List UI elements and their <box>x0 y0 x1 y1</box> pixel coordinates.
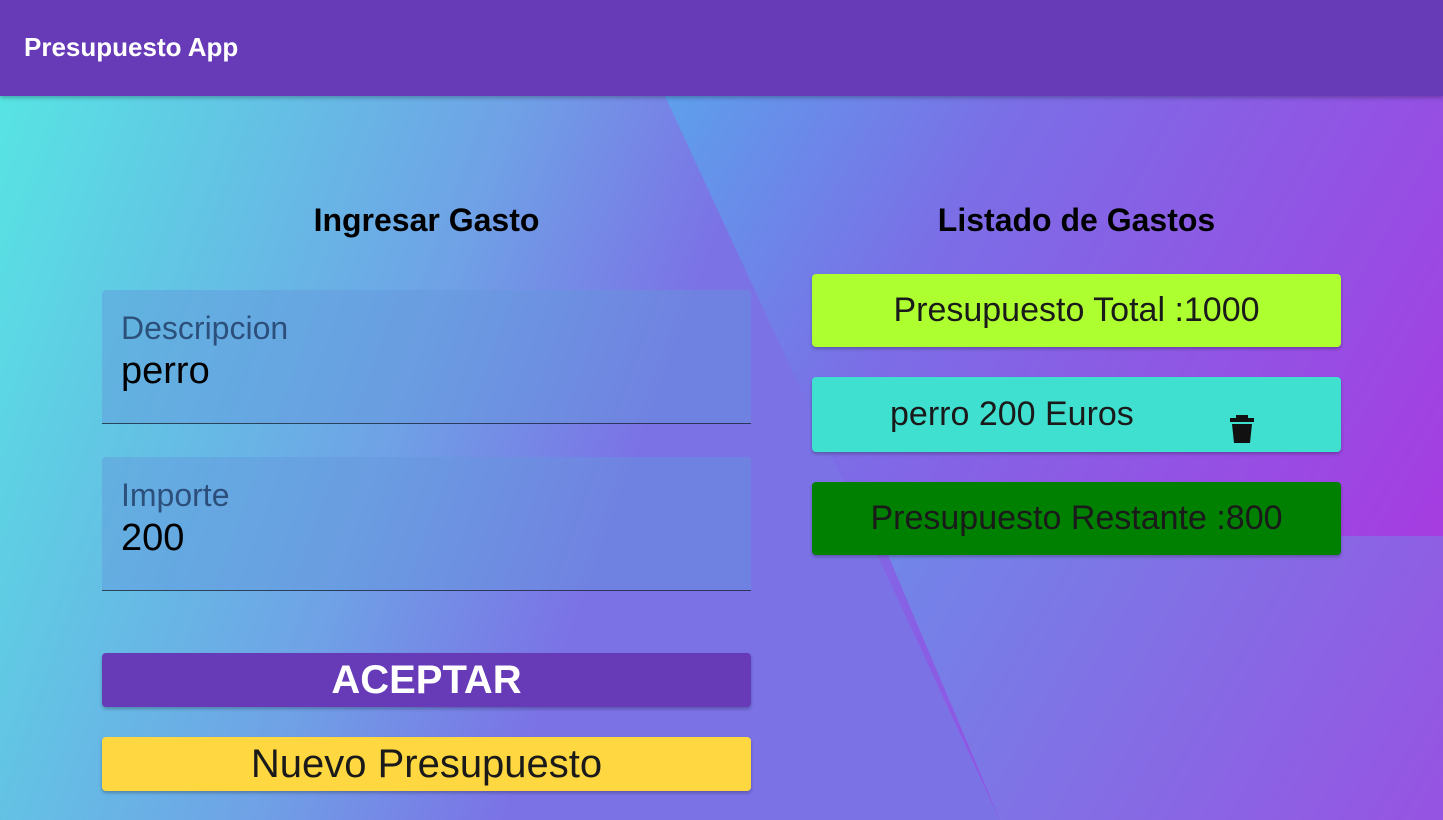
expense-item-text: perro 200 Euros <box>890 395 1134 433</box>
app-title: Presupuesto App <box>24 32 239 62</box>
new-budget-button[interactable]: Nuevo Presupuesto <box>102 737 751 791</box>
trash-icon[interactable] <box>1230 396 1254 443</box>
budget-remaining-card: Presupuesto Restante :800 <box>812 482 1341 555</box>
amount-field[interactable]: Importe <box>102 457 751 591</box>
amount-input[interactable] <box>121 517 721 560</box>
description-label: Descripcion <box>121 310 289 346</box>
expense-item: perro 200 Euros <box>812 377 1341 452</box>
accept-button[interactable]: ACEPTAR <box>102 653 751 707</box>
list-heading: Listado de Gastos <box>937 202 1216 238</box>
description-field[interactable]: Descripcion <box>102 290 751 424</box>
description-input[interactable] <box>121 350 721 393</box>
form-heading: Ingresar Gasto <box>313 202 540 238</box>
app-bar: Presupuesto App <box>0 0 1443 96</box>
budget-total-card: Presupuesto Total :1000 <box>812 274 1341 347</box>
amount-label: Importe <box>121 477 230 513</box>
